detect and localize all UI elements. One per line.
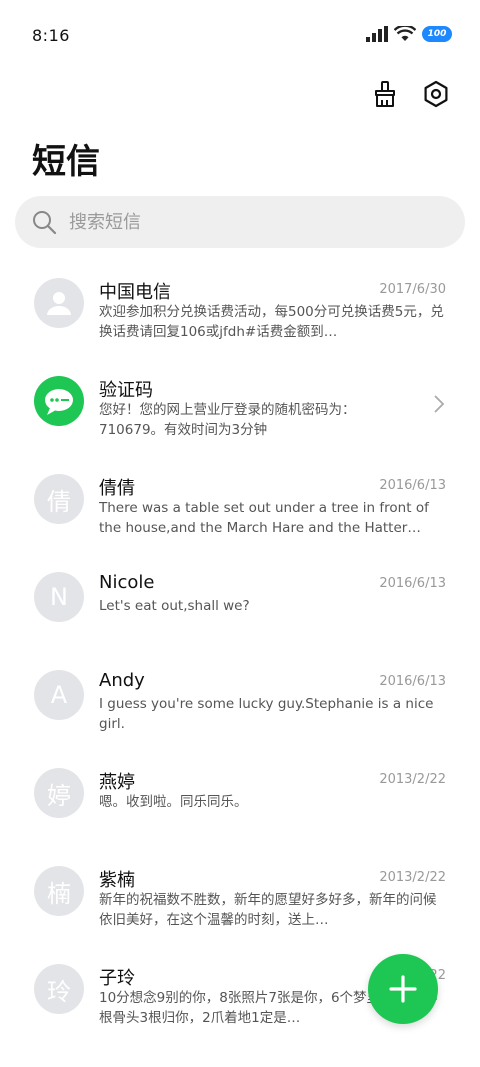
message-date: 2016/6/13 [379,576,446,591]
message-snippet: I guess you're some lucky guy.Stephanie … [99,696,434,732]
page-title: 短信 [32,142,100,182]
conversation-item[interactable]: A Andy 2016/6/13 I guess you're some luc… [0,662,480,760]
message-snippet: Let's eat out,shall we? [99,598,250,614]
status-bar: 8:16 100 [0,0,480,70]
signal-icon [366,26,388,42]
search-input[interactable] [67,210,431,234]
clean-button[interactable] [370,78,402,110]
avatar: 楠 [34,866,84,916]
battery-indicator: 100 [422,26,452,42]
message-snippet: 新年的祝福数不胜数，新年的愿望好多好多，新年的问候依旧美好，在这个温馨的时刻，送… [99,892,437,928]
search-icon [31,209,57,235]
message-list: 中国电信 2017/6/30 欢迎参加积分兑换话费活动，每500分可兑换话费5元… [0,270,480,1054]
avatar [34,278,84,328]
header-actions [370,78,452,110]
contact-name: 燕婷 [99,772,135,793]
conversation-item[interactable]: 倩 倩倩 2016/6/13 There was a table set out… [0,466,480,564]
status-icons: 100 [366,24,452,44]
message-snippet: 嗯。收到啦。同乐同乐。 [99,794,248,810]
chevron-right-icon [434,395,445,413]
settings-hexagon-icon [424,80,448,108]
conversation-item[interactable]: 验证码 您好！您的网上营业厅登录的随机密码为：710679。有效时间为3分钟 [0,368,480,466]
contact-name: 紫楠 [99,870,135,891]
conversation-item[interactable]: N Nicole 2016/6/13 Let's eat out,shall w… [0,564,480,662]
avatar: 婷 [34,768,84,818]
avatar: N [34,572,84,622]
message-date: 2016/6/13 [379,674,446,689]
contact-name: Andy [99,670,145,691]
compose-button[interactable] [368,954,438,1024]
message-snippet: 欢迎参加积分兑换话费活动，每500分可兑换话费5元，兑换话费请回复106或jfd… [99,304,444,340]
contact-name: 倩倩 [99,478,135,499]
conversation-item[interactable]: 婷 燕婷 2013/2/22 嗯。收到啦。同乐同乐。 [0,760,480,858]
avatar: A [34,670,84,720]
battery-level: 100 [427,29,447,39]
broom-icon [375,81,395,107]
conversation-item[interactable]: 楠 紫楠 2013/2/22 新年的祝福数不胜数，新年的愿望好多好多，新年的问候… [0,858,480,956]
settings-button[interactable] [420,78,452,110]
message-bubble-icon [45,389,73,415]
contact-name: 中国电信 [99,282,171,303]
contact-name: 子玲 [99,968,135,989]
avatar: 玲 [34,964,84,1014]
status-time: 8:16 [32,26,70,45]
contact-name: 验证码 [99,380,153,401]
message-date: 2013/2/22 [379,870,446,885]
wifi-icon [394,26,416,41]
message-snippet: 您好！您的网上营业厅登录的随机密码为：710679。有效时间为3分钟 [99,402,356,438]
plus-icon [389,975,417,1003]
search-bar[interactable] [15,196,465,248]
contact-icon [47,292,71,315]
avatar: 倩 [34,474,84,524]
contact-name: Nicole [99,572,155,593]
message-date: 2016/6/13 [379,478,446,493]
avatar [34,376,84,426]
message-date: 2013/2/22 [379,772,446,787]
message-snippet: There was a table set out under a tree i… [99,500,429,536]
message-date: 2017/6/30 [379,282,446,297]
conversation-item[interactable]: 中国电信 2017/6/30 欢迎参加积分兑换话费活动，每500分可兑换话费5元… [0,270,480,368]
